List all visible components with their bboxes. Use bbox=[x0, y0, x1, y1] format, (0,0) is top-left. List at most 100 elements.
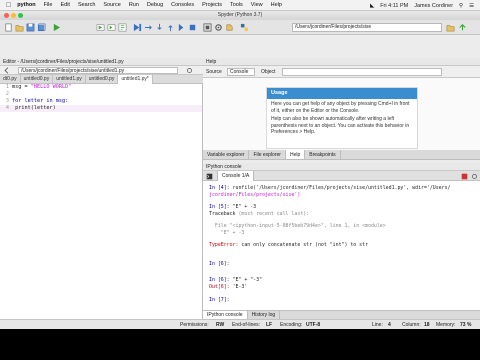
menu-view[interactable]: View bbox=[251, 2, 263, 8]
console-text: jcordiner/Files/projects/sise') bbox=[209, 191, 301, 198]
console-prompt: In [7]: bbox=[209, 297, 230, 303]
console-line: jcordiner/Files/projects/sise') bbox=[209, 192, 300, 199]
letterbox-bottom bbox=[0, 329, 480, 360]
console-text: runfile('/Users/jcordiner/Files/projects… bbox=[229, 185, 451, 191]
new-file-icon[interactable] bbox=[4, 23, 13, 32]
save-all-icon[interactable] bbox=[37, 23, 46, 32]
menu-debug[interactable]: Debug bbox=[147, 2, 163, 8]
code-line-current[interactable]: 4 print(letter) bbox=[0, 105, 202, 112]
editor-header: Editor - /Users/jcordiner/Files/projects… bbox=[0, 58, 203, 66]
save-icon[interactable] bbox=[26, 23, 35, 32]
step-into-icon[interactable] bbox=[155, 23, 164, 32]
maximize-pane-icon[interactable] bbox=[203, 23, 212, 32]
file-tab[interactable]: untitled1.py bbox=[53, 75, 86, 84]
console-error: TypeError: bbox=[209, 242, 239, 248]
editor-file-path[interactable]: /Users/jcordiner/Files/projects/sise/unt… bbox=[18, 67, 178, 74]
editor-path-bar: /Users/jcordiner/Files/projects/sise/unt… bbox=[0, 66, 203, 75]
code-editor[interactable]: 1 msg = "HELLO WORLD" 2 3 for letter in ms… bbox=[0, 84, 202, 345]
python-logo-icon[interactable] bbox=[240, 23, 249, 32]
debug-icon[interactable] bbox=[133, 23, 142, 32]
line-number: 1 bbox=[5, 84, 9, 90]
console-line: "E" + -3 bbox=[209, 230, 245, 237]
stop-debug-icon[interactable] bbox=[188, 23, 197, 32]
window-titlebar: Spyder (Python 3.7) bbox=[0, 11, 480, 20]
search-icon[interactable]: ⚲ bbox=[459, 3, 463, 9]
menu-app[interactable]: python bbox=[17, 2, 35, 8]
screen-frame:  python File Edit Search Source Run Deb… bbox=[0, 0, 480, 360]
console-text: "E" + -3 bbox=[229, 204, 257, 210]
chevron-left-icon[interactable] bbox=[3, 67, 10, 74]
console-text: (most recent call last): bbox=[235, 210, 310, 217]
menu-edit[interactable]: Edit bbox=[60, 2, 69, 8]
apple-icon[interactable]:  bbox=[6, 2, 11, 9]
tab-help[interactable]: Help bbox=[285, 150, 306, 159]
run-cell-advance-icon[interactable] bbox=[107, 23, 116, 32]
menu-search[interactable]: Search bbox=[78, 2, 95, 8]
help-object-input[interactable] bbox=[282, 68, 442, 76]
menu-file[interactable]: File bbox=[44, 2, 53, 8]
help-object-label: Object bbox=[261, 69, 276, 75]
file-tab[interactable]: untitled0.py bbox=[86, 75, 119, 84]
console-prompt: Out[6]: bbox=[209, 283, 230, 290]
file-tab[interactable]: dt0.py bbox=[0, 75, 21, 84]
menu-projects[interactable]: Projects bbox=[202, 2, 222, 8]
console-prompt: In [4]: bbox=[209, 185, 230, 191]
menu-consoles[interactable]: Consoles bbox=[171, 2, 194, 8]
preferences-icon[interactable] bbox=[214, 23, 223, 32]
run-cell-icon[interactable] bbox=[96, 23, 105, 32]
wifi-icon[interactable]: ◣ bbox=[370, 3, 374, 9]
code-line[interactable]: 3 for letter in msg: bbox=[0, 98, 202, 105]
minimize-window-icon[interactable] bbox=[11, 13, 16, 18]
python-path-icon[interactable] bbox=[225, 23, 234, 32]
tab-ipython-console[interactable]: IPython console bbox=[203, 311, 248, 319]
gear-icon[interactable] bbox=[186, 67, 193, 74]
code-line[interactable]: 2 bbox=[0, 91, 202, 98]
right-pane-tabs: Variable explorer File explorer Help Bre… bbox=[203, 150, 480, 160]
step-icon[interactable] bbox=[144, 23, 153, 32]
ipython-console[interactable]: In [4]: runfile('/Users/jcordiner/Files/… bbox=[203, 181, 480, 310]
help-toolbar: Source Console Object bbox=[203, 66, 480, 78]
continue-icon[interactable] bbox=[177, 23, 186, 32]
console-text: Traceback bbox=[209, 210, 236, 217]
code-line[interactable]: 1 msg = "HELLO WORLD" bbox=[0, 84, 202, 91]
zoom-window-icon[interactable] bbox=[18, 13, 23, 18]
stop-kernel-icon[interactable] bbox=[461, 173, 468, 180]
console-text: File "<ipython-input-5-08f5beb79d4e>", l… bbox=[209, 223, 386, 229]
close-window-icon[interactable] bbox=[4, 13, 9, 18]
file-tab-active[interactable]: untitled1.py* bbox=[118, 75, 153, 84]
gear-icon[interactable] bbox=[471, 173, 478, 180]
file-tab[interactable]: untitled0.py bbox=[21, 75, 54, 84]
line-number: 2 bbox=[5, 91, 9, 97]
console-text: can only concatenate str (not "int") to … bbox=[238, 242, 369, 248]
browse-folder-icon[interactable] bbox=[446, 23, 455, 32]
working-directory-field[interactable]: /Users/jcordiner/Files/projects/sise bbox=[292, 23, 442, 32]
help-source-select[interactable]: Console bbox=[227, 68, 255, 76]
console-bottom-tabs: IPython console History log bbox=[203, 310, 480, 319]
tab-breakpoints[interactable]: Breakpoints bbox=[305, 150, 341, 159]
tab-file-explorer[interactable]: File explorer bbox=[249, 150, 286, 159]
menu-source[interactable]: Source bbox=[103, 2, 120, 8]
tab-variable-explorer[interactable]: Variable explorer bbox=[203, 150, 250, 159]
status-bar: Permissions: RW End-of-lines: LF Encodin… bbox=[0, 319, 480, 329]
run-selection-icon[interactable] bbox=[118, 23, 127, 32]
menu-tools[interactable]: Tools bbox=[230, 2, 243, 8]
menu-run[interactable]: Run bbox=[129, 2, 139, 8]
clock[interactable]: Fri 4:11 PM bbox=[380, 3, 408, 9]
console-tab[interactable]: Console 1/A bbox=[217, 171, 255, 181]
run-icon[interactable] bbox=[52, 23, 61, 32]
console-text: 'E-3' bbox=[229, 283, 248, 290]
help-source-label: Source bbox=[206, 69, 222, 75]
open-folder-icon[interactable] bbox=[15, 23, 24, 32]
menu-help[interactable]: Help bbox=[271, 2, 282, 8]
tab-history-log[interactable]: History log bbox=[248, 311, 281, 319]
parent-directory-icon[interactable] bbox=[458, 23, 467, 32]
console-line: In [6]: bbox=[209, 261, 230, 268]
usage-paragraph: Help can also be shown automatically aft… bbox=[271, 116, 410, 135]
menu-list-icon[interactable]: ☰ bbox=[469, 3, 474, 9]
step-return-icon[interactable] bbox=[166, 23, 175, 32]
main-toolbar: /Users/jcordiner/Files/projects/sise bbox=[0, 20, 480, 35]
usage-paragraph: Here you can get help of any object by p… bbox=[271, 101, 410, 114]
user-name[interactable]: James Cordiner bbox=[414, 3, 453, 9]
menubar-status: ◣ Fri 4:11 PM James Cordiner ⚲ ☰ bbox=[370, 0, 474, 11]
screen:  python File Edit Search Source Run Deb… bbox=[0, 0, 480, 360]
